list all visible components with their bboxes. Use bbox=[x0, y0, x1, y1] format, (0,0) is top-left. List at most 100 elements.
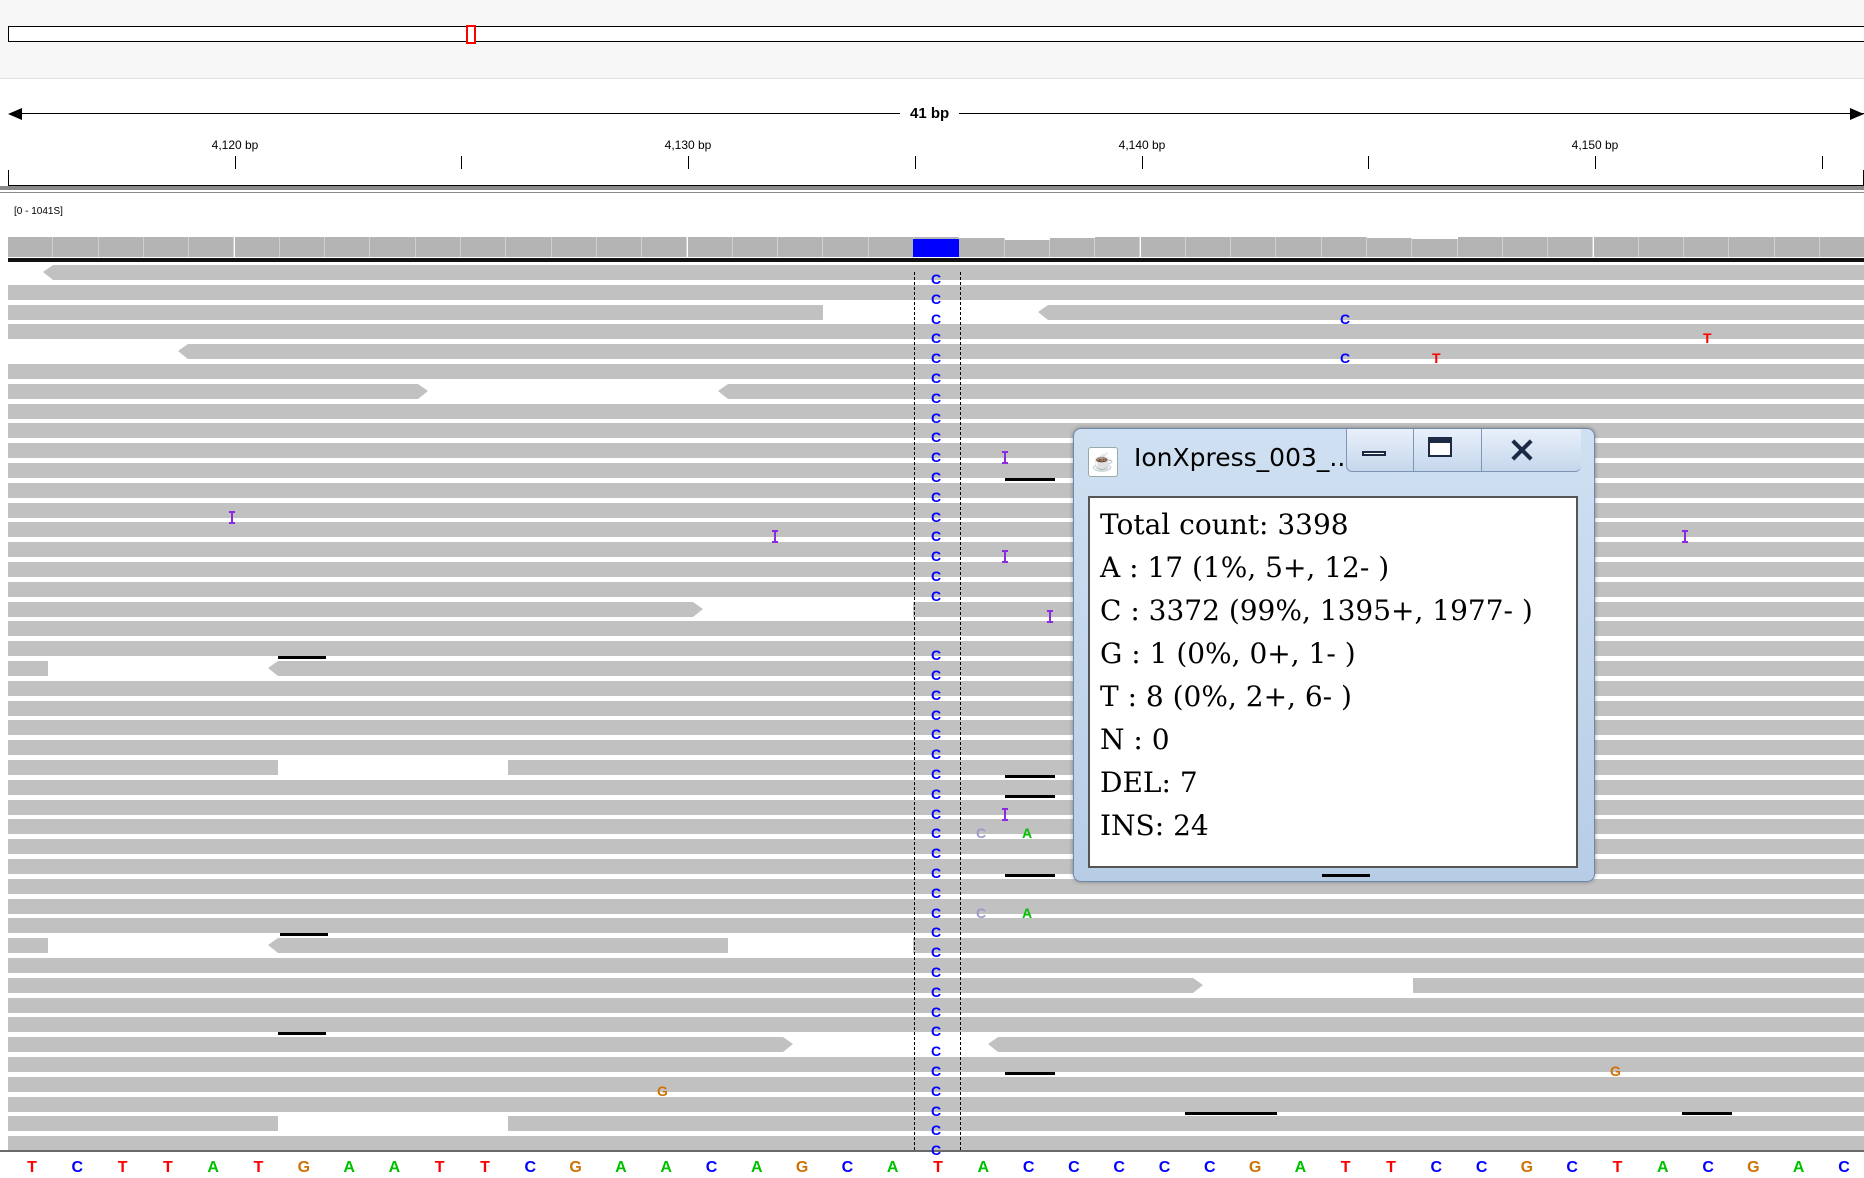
mismatch-base[interactable]: C bbox=[1340, 351, 1350, 366]
coverage-bar[interactable] bbox=[1095, 237, 1141, 257]
reference-base[interactable]: C bbox=[1188, 1158, 1232, 1178]
insertion-marker-icon[interactable] bbox=[1002, 807, 1008, 822]
reference-base[interactable]: C bbox=[1822, 1158, 1864, 1178]
coverage-bar[interactable] bbox=[325, 237, 371, 257]
coverage-bar[interactable] bbox=[732, 237, 779, 257]
aligned-read[interactable] bbox=[53, 265, 1864, 280]
aligned-read[interactable] bbox=[8, 383, 418, 399]
coverage-bar[interactable] bbox=[1185, 237, 1232, 257]
mismatch-base[interactable]: G bbox=[657, 1083, 668, 1099]
reference-base[interactable]: T bbox=[1369, 1158, 1413, 1178]
coverage-bar[interactable] bbox=[234, 237, 280, 257]
coverage-bar[interactable] bbox=[8, 237, 54, 257]
insertion-marker-icon[interactable] bbox=[229, 510, 235, 525]
aligned-read[interactable] bbox=[998, 1037, 1864, 1053]
reference-base[interactable]: T bbox=[1324, 1158, 1368, 1178]
coverage-bar[interactable] bbox=[1774, 237, 1820, 257]
aligned-read[interactable] bbox=[8, 977, 1193, 993]
aligned-read[interactable] bbox=[278, 938, 728, 954]
aligned-read[interactable] bbox=[1413, 977, 1864, 993]
mismatch-base[interactable]: G bbox=[1610, 1064, 1621, 1079]
coverage-bar[interactable] bbox=[279, 237, 326, 257]
reference-sequence-track[interactable]: TCTTATGAATTCGAACAGCATACCCCCGATTCCGCTACGA… bbox=[8, 1158, 1864, 1178]
current-locus-marker[interactable] bbox=[466, 25, 476, 44]
insertion-marker-icon[interactable] bbox=[1002, 549, 1008, 564]
aligned-read[interactable] bbox=[8, 661, 48, 676]
coverage-bar[interactable] bbox=[1049, 238, 1096, 257]
deletion-line[interactable] bbox=[1682, 1111, 1732, 1115]
coverage-bar[interactable] bbox=[687, 237, 733, 257]
reference-base[interactable]: C bbox=[55, 1158, 99, 1178]
reference-base[interactable]: A bbox=[191, 1158, 235, 1178]
coverage-bar[interactable] bbox=[823, 237, 869, 257]
coverage-bar[interactable] bbox=[1140, 237, 1186, 257]
coverage-bar[interactable] bbox=[461, 237, 507, 257]
coverage-bar[interactable] bbox=[1004, 240, 1050, 257]
coverage-bar[interactable] bbox=[551, 237, 597, 257]
reference-base[interactable]: T bbox=[916, 1158, 960, 1178]
coverage-bar[interactable] bbox=[778, 237, 824, 257]
reference-base[interactable]: C bbox=[1007, 1158, 1051, 1178]
deletion-line[interactable] bbox=[278, 1032, 326, 1036]
close-icon[interactable] bbox=[1482, 429, 1581, 471]
coverage-bar[interactable] bbox=[1638, 237, 1685, 257]
deletion-line[interactable] bbox=[1005, 794, 1055, 798]
coverage-mismatch-highlight[interactable] bbox=[913, 239, 959, 257]
coverage-bar[interactable] bbox=[1729, 237, 1775, 257]
coverage-bar[interactable] bbox=[642, 237, 688, 257]
reference-base[interactable]: A bbox=[1278, 1158, 1322, 1178]
coverage-bar[interactable] bbox=[1502, 237, 1549, 257]
mismatch-base[interactable]: C bbox=[1340, 311, 1350, 327]
reference-base[interactable]: C bbox=[1052, 1158, 1096, 1178]
reference-base[interactable]: T bbox=[463, 1158, 507, 1178]
reference-base[interactable]: G bbox=[1731, 1158, 1775, 1178]
reference-base[interactable]: C bbox=[1143, 1158, 1187, 1178]
maximize-icon[interactable] bbox=[1414, 429, 1482, 471]
reference-base[interactable]: T bbox=[101, 1158, 145, 1178]
insertion-marker-icon[interactable] bbox=[1682, 529, 1688, 544]
reference-base[interactable]: A bbox=[735, 1158, 779, 1178]
mismatch-base[interactable]: C bbox=[976, 826, 986, 841]
coverage-bar[interactable] bbox=[1548, 237, 1594, 257]
aligned-read[interactable] bbox=[728, 383, 1864, 399]
reference-base[interactable]: C bbox=[690, 1158, 734, 1178]
coverage-bar[interactable] bbox=[370, 237, 416, 257]
reference-base[interactable]: A bbox=[1641, 1158, 1685, 1178]
reference-base[interactable]: C bbox=[1414, 1158, 1458, 1178]
reference-base[interactable]: A bbox=[644, 1158, 688, 1178]
coverage-bar[interactable] bbox=[1231, 237, 1277, 257]
aligned-read[interactable] bbox=[8, 1116, 278, 1132]
base-count-popup-window[interactable]: ☕ IonXpress_003_... Total count: 3398 A … bbox=[1073, 428, 1595, 882]
aligned-read[interactable] bbox=[8, 601, 693, 617]
coverage-bar[interactable] bbox=[1593, 237, 1639, 257]
chromosome-ideogram[interactable] bbox=[8, 26, 1864, 42]
aligned-read[interactable] bbox=[1048, 304, 1864, 320]
insertion-marker-icon[interactable] bbox=[772, 529, 778, 544]
coverage-bar[interactable] bbox=[506, 237, 552, 257]
deletion-line[interactable] bbox=[1005, 775, 1055, 778]
aligned-read[interactable] bbox=[913, 938, 1864, 954]
coverage-bar[interactable] bbox=[143, 237, 190, 257]
reference-base[interactable]: C bbox=[1460, 1158, 1504, 1178]
reference-base[interactable]: G bbox=[554, 1158, 598, 1178]
deletion-line[interactable] bbox=[280, 933, 328, 937]
mismatch-base[interactable]: T bbox=[1432, 351, 1441, 366]
coverage-bar[interactable] bbox=[98, 237, 144, 257]
coverage-bar[interactable] bbox=[1684, 237, 1730, 257]
deletion-line[interactable] bbox=[1185, 1111, 1277, 1115]
insertion-marker-icon[interactable] bbox=[1002, 450, 1008, 465]
coverage-bar[interactable] bbox=[415, 237, 461, 257]
aligned-read[interactable] bbox=[8, 1037, 783, 1053]
reference-base[interactable]: C bbox=[1097, 1158, 1141, 1178]
deletion-line[interactable] bbox=[1005, 874, 1055, 877]
coverage-bar[interactable] bbox=[1367, 238, 1413, 257]
reference-base[interactable]: C bbox=[1686, 1158, 1730, 1178]
coverage-bar[interactable] bbox=[1321, 237, 1367, 257]
coverage-bar[interactable] bbox=[53, 237, 99, 257]
minimize-icon[interactable] bbox=[1347, 429, 1415, 471]
coverage-bar[interactable] bbox=[596, 237, 643, 257]
coverage-bar[interactable] bbox=[959, 238, 1005, 257]
coverage-bar[interactable] bbox=[1457, 237, 1503, 257]
reference-base[interactable]: C bbox=[825, 1158, 869, 1178]
reference-base[interactable]: G bbox=[1505, 1158, 1549, 1178]
